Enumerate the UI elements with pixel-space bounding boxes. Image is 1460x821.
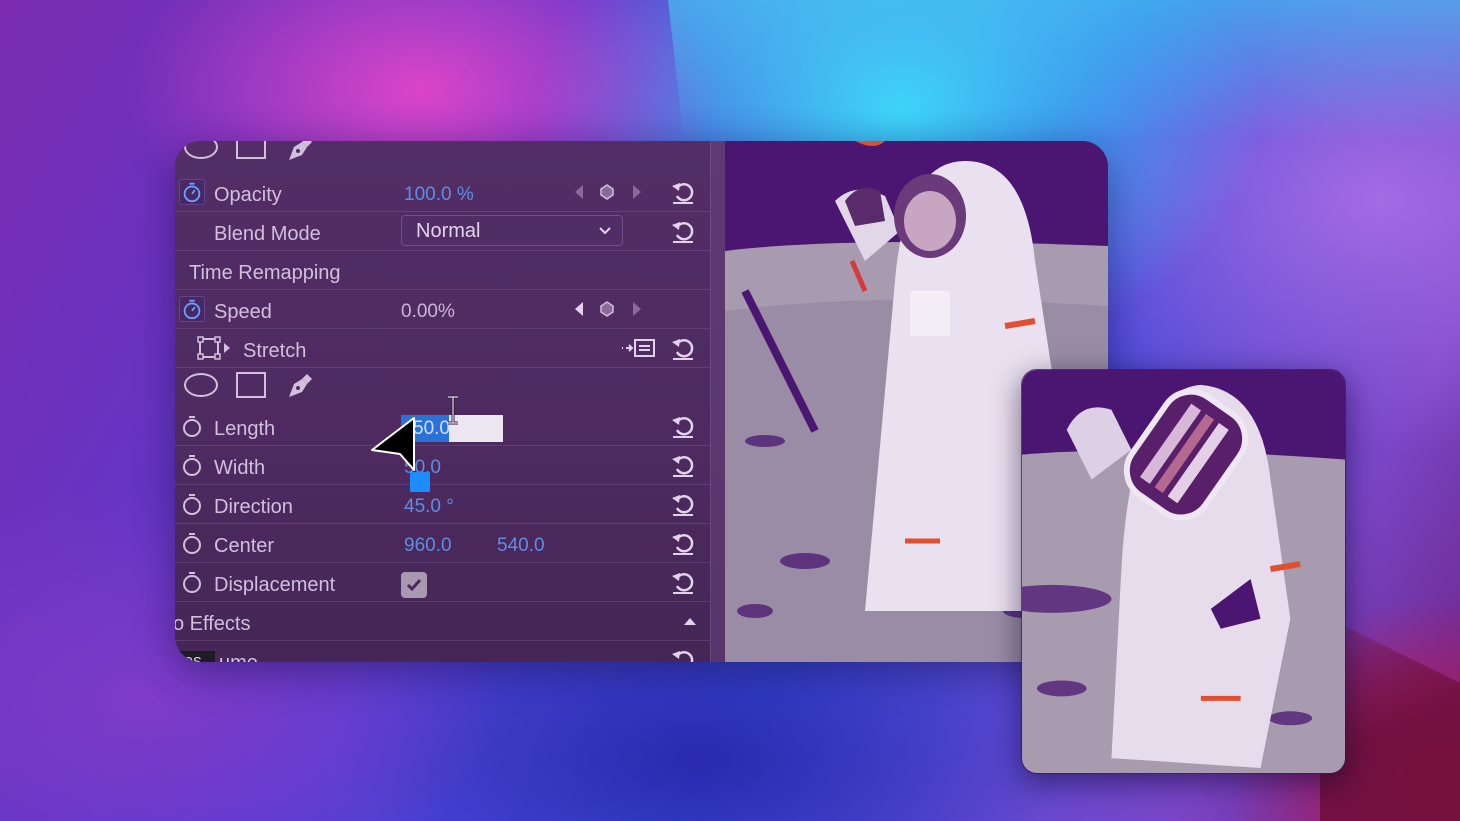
center-row: Center 960.0 540.0 xyxy=(175,524,710,563)
width-row: Width 50.0 xyxy=(175,446,710,485)
reset-icon[interactable] xyxy=(669,217,697,245)
reset-icon[interactable] xyxy=(669,646,697,662)
opacity-label: Opacity xyxy=(214,184,282,206)
effect-controls-panel: Opacity 100.0 % Blend Mode Normal Time R… xyxy=(175,141,725,662)
triangle-up-icon[interactable] xyxy=(683,616,697,626)
width-label: Width xyxy=(214,457,266,479)
stopwatch-icon[interactable] xyxy=(179,296,205,322)
center-label: Center xyxy=(214,535,275,557)
astronaut-glitch-image xyxy=(1022,370,1345,773)
stopwatch-icon[interactable] xyxy=(179,569,205,595)
mask-tools-top xyxy=(175,141,710,172)
reset-icon[interactable] xyxy=(669,178,697,206)
ellipse-mask-icon[interactable] xyxy=(184,141,218,159)
diamond-icon[interactable] xyxy=(599,183,615,201)
reset-icon[interactable] xyxy=(669,490,697,518)
ellipse-mask-icon[interactable] xyxy=(184,373,218,397)
free-draw-bezier-icon[interactable] xyxy=(197,335,233,361)
tooltip: tos xyxy=(175,651,215,662)
pen-mask-icon[interactable] xyxy=(285,370,315,400)
diamond-icon[interactable] xyxy=(599,300,615,318)
stopwatch-icon[interactable] xyxy=(179,179,205,205)
effect-result-preview[interactable] xyxy=(1021,369,1346,774)
displacement-row: Displacement xyxy=(175,563,710,602)
time-remapping-section[interactable]: Time Remapping xyxy=(175,251,710,290)
speed-value[interactable]: 0.00% xyxy=(401,301,455,323)
blend-mode-label: Blend Mode xyxy=(214,223,321,245)
direction-row: Direction 45.0 ° xyxy=(175,485,710,524)
displacement-label: Displacement xyxy=(214,574,336,596)
video-effects-section[interactable]: o Effects xyxy=(175,602,710,641)
speed-row: Speed 0.00% xyxy=(175,290,710,329)
stopwatch-icon[interactable] xyxy=(179,413,205,439)
length-label: Length xyxy=(214,418,276,440)
background-cyan-shape xyxy=(668,0,1460,140)
chevron-down-icon xyxy=(599,227,611,235)
mask-tools xyxy=(175,368,710,407)
reset-icon[interactable] xyxy=(669,451,697,479)
stopwatch-icon[interactable] xyxy=(179,452,205,478)
rectangle-mask-icon[interactable] xyxy=(236,141,266,159)
arrow-cursor-icon xyxy=(371,417,415,471)
pen-mask-icon[interactable] xyxy=(285,141,315,163)
triangle-right-icon[interactable] xyxy=(629,300,645,318)
direction-value[interactable]: 45.0 ° xyxy=(404,496,454,518)
toggle-animation-icon[interactable] xyxy=(621,337,657,359)
reset-icon[interactable] xyxy=(669,334,697,362)
reset-icon[interactable] xyxy=(669,529,697,557)
drag-handle[interactable] xyxy=(410,472,430,492)
stretch-row: Stretch xyxy=(175,329,710,368)
volume-row: tos ume xyxy=(175,641,710,662)
rectangle-mask-icon[interactable] xyxy=(236,372,266,398)
checkmark-icon xyxy=(406,579,422,592)
stopwatch-icon[interactable] xyxy=(179,491,205,517)
volume-label: ume xyxy=(219,652,258,662)
center-x-value[interactable]: 960.0 xyxy=(404,535,452,557)
blend-mode-dropdown[interactable]: Normal xyxy=(401,215,623,246)
panel-scrollbar[interactable] xyxy=(710,141,725,662)
stopwatch-icon[interactable] xyxy=(179,530,205,556)
displacement-checkbox[interactable] xyxy=(401,572,427,598)
text-cursor-icon xyxy=(448,395,458,425)
blend-mode-value: Normal xyxy=(416,220,481,242)
editor-window: Opacity 100.0 % Blend Mode Normal Time R… xyxy=(175,141,1108,662)
length-row: Length 50.0 xyxy=(175,407,710,446)
opacity-value[interactable]: 100.0 % xyxy=(404,184,474,206)
blend-mode-row: Blend Mode Normal xyxy=(175,212,710,251)
reset-icon[interactable] xyxy=(669,568,697,596)
triangle-left-icon[interactable] xyxy=(571,183,587,201)
speed-label: Speed xyxy=(214,301,272,323)
direction-label: Direction xyxy=(214,496,293,518)
opacity-row: Opacity 100.0 % xyxy=(175,173,710,212)
time-remapping-label: Time Remapping xyxy=(189,262,341,284)
triangle-left-icon[interactable] xyxy=(571,300,587,318)
triangle-right-icon[interactable] xyxy=(629,183,645,201)
stretch-label: Stretch xyxy=(243,340,307,362)
reset-icon[interactable] xyxy=(669,412,697,440)
video-effects-label: o Effects xyxy=(175,613,251,635)
center-y-value[interactable]: 540.0 xyxy=(497,535,545,557)
